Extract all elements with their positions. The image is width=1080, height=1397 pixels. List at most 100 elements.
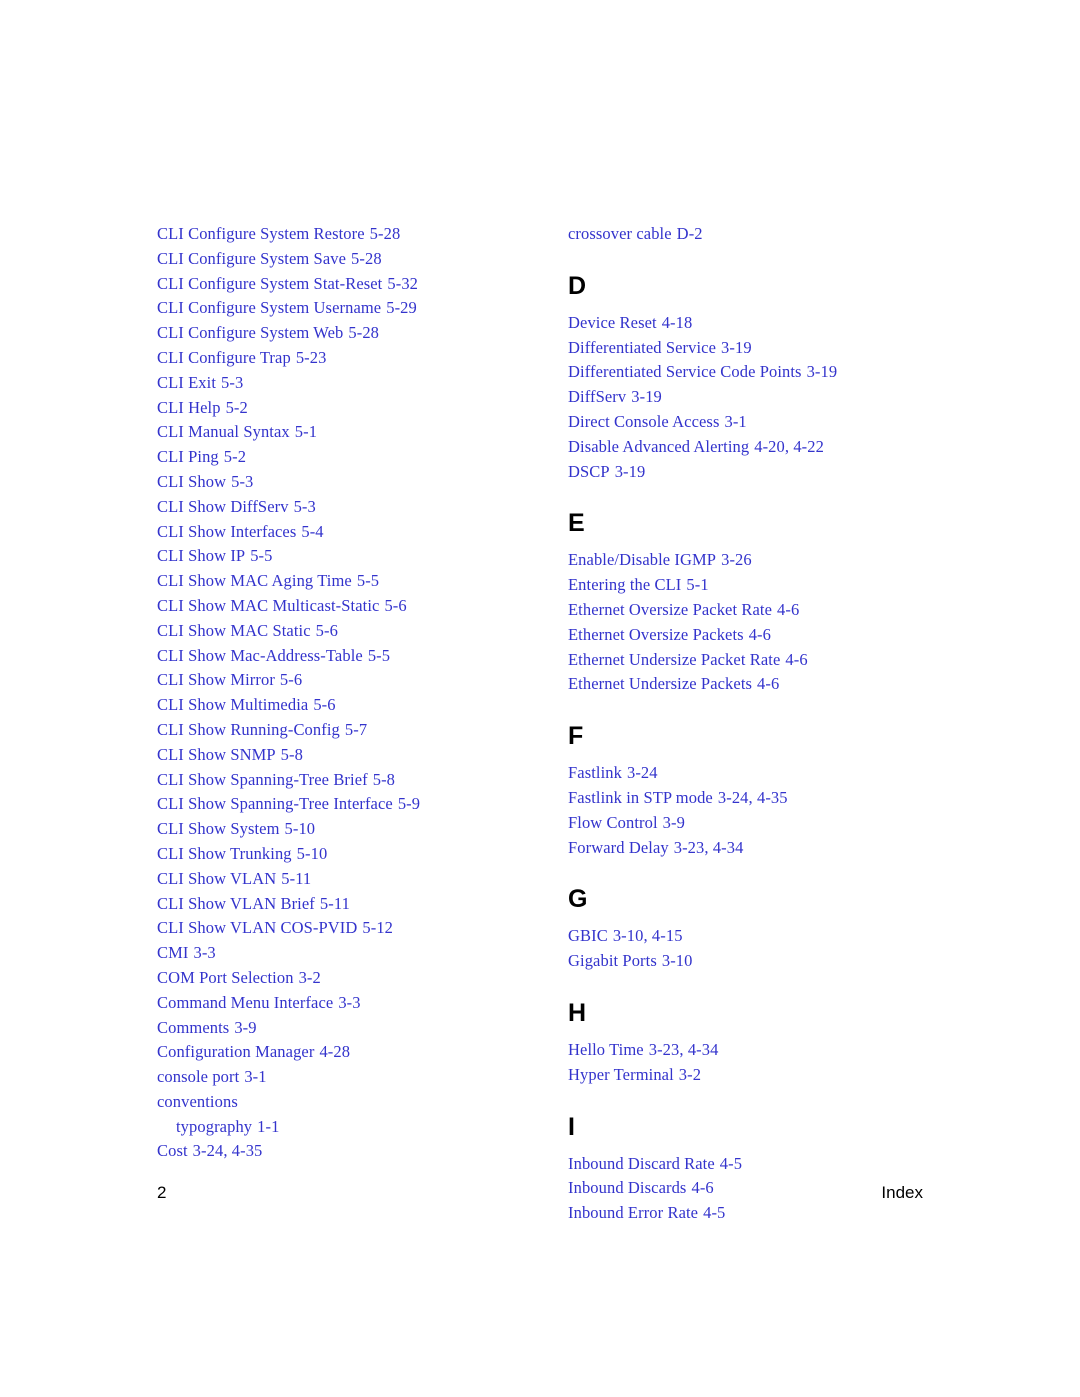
index-page: CLI Configure System Restore 5-28 CLI Conf… [0,0,1080,1397]
index-entry-pages: 4-6 [748,624,771,644]
index-entry[interactable]: CLI Show Spanning-Tree Brief 5-8 [157,768,568,793]
index-entry[interactable]: Ethernet Undersize Packet Rate 4-6 [568,648,979,673]
index-entry[interactable]: Comments 3-9 [157,1016,568,1041]
index-entry[interactable]: CLI Show SNMP 5-8 [157,743,568,768]
index-entry-term: Fastlink in STP mode [568,787,713,807]
index-entry[interactable]: Disable Advanced Alerting 4-20, 4-22 [568,435,979,460]
index-entry[interactable]: conventions [157,1090,568,1115]
index-entry[interactable]: CLI Configure System Web 5-28 [157,321,568,346]
index-entry[interactable]: CLI Show Mirror 5-6 [157,668,568,693]
index-entry[interactable]: Flow Control 3-9 [568,811,979,836]
index-entry-term: CLI Show Mac-Address-Table [157,645,363,665]
index-entry-pages: 5-32 [387,273,419,293]
index-entry-pages: 5-10 [284,819,316,839]
index-entry-pages: 4-5 [703,1203,726,1223]
index-entry[interactable]: Direct Console Access 3-1 [568,410,979,435]
index-entry[interactable]: CLI Show IP 5-5 [157,544,568,569]
index-entry[interactable]: CLI Help 5-2 [157,396,568,421]
index-entry-term: Ethernet Oversize Packet Rate [568,599,773,619]
index-entry-pages: 5-12 [362,918,394,938]
index-entry[interactable]: CLI Show Multimedia 5-6 [157,693,568,718]
index-entry[interactable]: CLI Show Running-Config 5-7 [157,718,568,743]
index-entry[interactable]: Ethernet Oversize Packets 4-6 [568,623,979,648]
index-entry[interactable]: CLI Show VLAN 5-11 [157,867,568,892]
index-columns: CLI Configure System Restore 5-28 CLI Conf… [0,222,1080,1226]
index-entry[interactable]: Hyper Terminal 3-2 [568,1063,979,1088]
index-entry-pages: 5-10 [296,843,328,863]
index-entry[interactable]: CLI Configure System Stat-Reset 5-32 [157,272,568,297]
index-entry[interactable]: Ethernet Undersize Packets 4-6 [568,672,979,697]
index-entry[interactable]: CLI Show System 5-10 [157,817,568,842]
index-entry-term: CLI Show [157,471,227,491]
index-subentry[interactable]: typography 1-1 [157,1115,568,1140]
index-entry[interactable]: CLI Show DiffServ 5-3 [157,495,568,520]
index-entry[interactable]: CLI Show Trunking 5-10 [157,842,568,867]
index-entry[interactable]: CMI 3-3 [157,941,568,966]
index-entry[interactable]: CLI Show MAC Static 5-6 [157,619,568,644]
index-entry-pages: 3-23, 4-34 [648,1039,719,1059]
index-entry-pages: D-2 [676,224,703,243]
index-entry[interactable]: Device Reset 4-18 [568,311,979,336]
index-entry-term: Differentiated Service [568,337,717,357]
index-entry[interactable]: Gigabit Ports 3-10 [568,949,979,974]
index-entry-pages: 3-23, 4-34 [673,837,744,857]
index-entry-pages: 5-6 [315,620,338,640]
index-entry[interactable]: CLI Show 5-3 [157,470,568,495]
index-section: G GBIC 3-10, 4-15 Gigabit Ports 3-10 [568,885,979,974]
index-entry[interactable]: Inbound Error Rate 4-5 [568,1201,979,1226]
index-entry-term: Differentiated Service Code Points [568,362,802,382]
index-entry-term: CLI Show DiffServ [157,496,289,516]
index-entry[interactable]: DiffServ 3-19 [568,385,979,410]
index-entry[interactable]: Fastlink in STP mode 3-24, 4-35 [568,786,979,811]
index-entry[interactable]: CLI Show Mac-Address-Table 5-5 [157,644,568,669]
index-entry[interactable]: Command Menu Interface 3-3 [157,991,568,1016]
index-entry-term: CLI Show Running-Config [157,719,340,739]
index-entry[interactable]: CLI Show MAC Aging Time 5-5 [157,569,568,594]
index-entry[interactable]: CLI Show Interfaces 5-4 [157,520,568,545]
index-entry[interactable]: Fastlink 3-24 [568,761,979,786]
index-entry-term: CLI Show Multimedia [157,695,309,715]
index-entry[interactable]: CLI Show Spanning-Tree Interface 5-9 [157,792,568,817]
index-entry-term: CLI Show Spanning-Tree Interface [157,794,393,814]
index-entry[interactable]: Entering the CLI 5-1 [568,573,979,598]
index-section: D Device Reset 4-18 Differentiated Service 3… [568,272,979,485]
index-entry[interactable]: Differentiated Service Code Points 3-19 [568,360,979,385]
index-entry-pages: 3-1 [244,1067,267,1087]
index-entry[interactable]: CLI Show VLAN Brief 5-11 [157,892,568,917]
index-entry[interactable]: CLI Configure System Save 5-28 [157,247,568,272]
index-entry-list: Enable/Disable IGMP 3-26 Entering the CLI 5… [568,548,979,697]
index-entry[interactable]: Differentiated Service 3-19 [568,336,979,361]
index-entry[interactable]: DSCP 3-19 [568,460,979,485]
index-entry[interactable]: Enable/Disable IGMP 3-26 [568,548,979,573]
index-entry[interactable]: CLI Manual Syntax 5-1 [157,420,568,445]
index-entry-term: Enable/Disable IGMP [568,550,717,570]
index-entry-term: Disable Advanced Alerting [568,436,750,456]
index-entry[interactable]: console port 3-1 [157,1065,568,1090]
index-entry-pages: 5-11 [319,893,350,913]
index-section: E Enable/Disable IGMP 3-26 Entering the CLI… [568,509,979,697]
index-entry-term: CLI Show MAC Multicast-Static [157,595,380,615]
index-entry[interactable]: CLI Show MAC Multicast-Static 5-6 [157,594,568,619]
index-entry[interactable]: Configuration Manager 4-28 [157,1040,568,1065]
index-entry[interactable]: CLI Ping 5-2 [157,445,568,470]
index-entry[interactable]: GBIC 3-10, 4-15 [568,924,979,949]
index-entry[interactable]: CLI Configure Trap 5-23 [157,346,568,371]
index-entry[interactable]: Hello Time 3-23, 4-34 [568,1038,979,1063]
index-letter-heading: H [568,998,587,1027]
index-entry[interactable]: Ethernet Oversize Packet Rate 4-6 [568,598,979,623]
index-entry-term: CLI Show VLAN COS-PVID [157,918,358,938]
index-entry[interactable]: CLI Show VLAN COS-PVID 5-12 [157,916,568,941]
index-entry[interactable]: COM Port Selection 3-2 [157,966,568,991]
index-entry-term: Command Menu Interface [157,992,334,1012]
index-entry[interactable]: CLI Configure System Restore 5-28 [157,222,568,247]
index-entry-pages: 3-9 [234,1017,257,1037]
index-entry[interactable]: crossover cable D-2 [568,222,979,247]
index-entry[interactable]: Inbound Discard Rate 4-5 [568,1152,979,1177]
index-entry-pages: 5-1 [294,422,318,442]
index-entry-term: Cost [157,1141,188,1161]
index-entry[interactable]: Forward Delay 3-23, 4-34 [568,836,979,861]
index-entry[interactable]: CLI Exit 5-3 [157,371,568,396]
index-entry[interactable]: CLI Configure System Username 5-29 [157,296,568,321]
index-section: H Hello Time 3-23, 4-34 Hyper Terminal 3-2 [568,999,979,1088]
index-entry[interactable]: Cost 3-24, 4-35 [157,1139,568,1164]
